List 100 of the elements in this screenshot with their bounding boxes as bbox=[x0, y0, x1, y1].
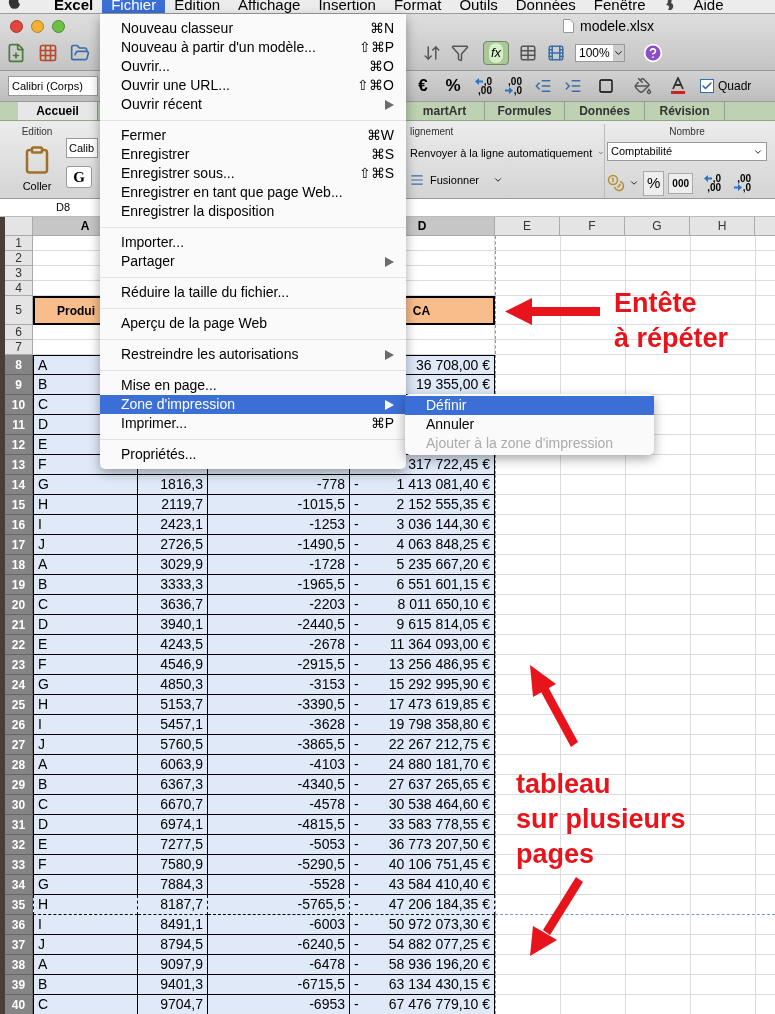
row-header[interactable]: 27 bbox=[5, 735, 33, 755]
row-header[interactable]: 12 bbox=[5, 435, 33, 455]
menu-item[interactable]: Outils bbox=[450, 0, 507, 13]
row-header[interactable]: 1 bbox=[5, 236, 33, 251]
menu-item[interactable]: Fermer ⌘W bbox=[100, 126, 406, 145]
paste-label[interactable]: Coller bbox=[22, 178, 52, 195]
row-header[interactable]: 20 bbox=[5, 595, 33, 615]
ribbon-tab[interactable]: Données bbox=[565, 102, 645, 120]
sort-icon[interactable] bbox=[423, 44, 441, 62]
row-header[interactable]: 6 bbox=[5, 325, 33, 340]
zoom-button[interactable] bbox=[52, 19, 65, 33]
grid-icon[interactable] bbox=[38, 43, 58, 63]
row-header[interactable]: 33 bbox=[5, 855, 33, 875]
column-header[interactable]: G bbox=[625, 217, 690, 235]
menu-item[interactable]: Enregistrer sous... ⇧⌘S bbox=[100, 164, 406, 183]
column-header[interactable]: H bbox=[690, 217, 755, 235]
close-button[interactable] bbox=[10, 19, 23, 33]
menu-item[interactable]: Annuler bbox=[405, 415, 654, 434]
row-header[interactable]: 36 bbox=[5, 915, 33, 935]
menu-item[interactable]: Fenêtre bbox=[584, 0, 655, 13]
row-header[interactable]: 35 bbox=[5, 895, 33, 915]
menu-item[interactable]: Ouvrir... ⌘O bbox=[100, 57, 406, 76]
bold-button[interactable]: G bbox=[66, 166, 92, 188]
row-header[interactable]: 38 bbox=[5, 955, 33, 975]
row-header[interactable]: 28 bbox=[5, 755, 33, 775]
menu-item[interactable]: Ouvrir récent bbox=[100, 95, 406, 114]
row-header[interactable]: 17 bbox=[5, 535, 33, 555]
row-header[interactable]: 25 bbox=[5, 695, 33, 715]
row-header[interactable]: 9 bbox=[5, 375, 33, 395]
row-header[interactable]: 37 bbox=[5, 935, 33, 955]
row-header[interactable]: 29 bbox=[5, 775, 33, 795]
format-button[interactable]: € bbox=[408, 73, 438, 99]
row-header[interactable]: 4 bbox=[5, 281, 33, 296]
help-icon[interactable] bbox=[643, 43, 663, 63]
column-header[interactable]: E bbox=[495, 217, 560, 235]
wrap-text-control[interactable]: Renvoyer à la ligne automatiquement bbox=[410, 145, 593, 162]
row-header[interactable]: 24 bbox=[5, 675, 33, 695]
row-header[interactable]: 21 bbox=[5, 615, 33, 635]
row-header[interactable]: 2 bbox=[5, 251, 33, 266]
row-header[interactable]: 22 bbox=[5, 635, 33, 655]
decimal-button[interactable]: ,00 ,0 bbox=[727, 174, 754, 193]
font-field[interactable]: Calibri (Corps) bbox=[8, 76, 98, 96]
menu-item[interactable]: Ouvrir une URL... ⇧⌘O bbox=[100, 76, 406, 95]
row-header[interactable]: 32 bbox=[5, 835, 33, 855]
menu-item[interactable]: Zone d'impression bbox=[100, 395, 406, 414]
row-header[interactable]: 19 bbox=[5, 575, 33, 595]
row-header[interactable]: 31 bbox=[5, 815, 33, 835]
font-field[interactable]: Calib bbox=[66, 138, 98, 158]
new-document-icon[interactable] bbox=[6, 43, 26, 63]
row-header[interactable]: 40 bbox=[5, 995, 33, 1014]
row-header[interactable]: 14 bbox=[5, 475, 33, 495]
thousands-button[interactable]: 000 bbox=[668, 172, 694, 194]
row-header[interactable]: 26 bbox=[5, 715, 33, 735]
menu-item[interactable]: Nouveau à partir d'un modèle... ⇧⌘P bbox=[100, 38, 406, 57]
decimal-button[interactable]: ,00 ,0 bbox=[498, 77, 524, 95]
fill-color-icon[interactable] bbox=[634, 77, 652, 95]
menu-item[interactable]: Nouveau classeur ⌘N bbox=[100, 19, 406, 38]
apple-logo-icon[interactable] bbox=[8, 0, 21, 10]
format-button[interactable]: % bbox=[438, 73, 468, 99]
row-header[interactable]: 15 bbox=[5, 495, 33, 515]
media-icon[interactable] bbox=[547, 44, 565, 62]
dropdown-icon[interactable] bbox=[613, 45, 624, 61]
merge-icon[interactable] bbox=[410, 172, 424, 187]
indent-increase-icon[interactable] bbox=[564, 77, 582, 95]
percent-button[interactable]: % bbox=[643, 171, 665, 196]
menu-item[interactable]: Importer... bbox=[100, 233, 406, 252]
row-header[interactable]: 23 bbox=[5, 655, 33, 675]
border-icon[interactable] bbox=[598, 78, 614, 94]
indent-decrease-icon[interactable] bbox=[534, 77, 552, 95]
decimal-button[interactable]: ,0 ,00 bbox=[697, 174, 724, 193]
menu-item[interactable]: Enregistrer ⌘S bbox=[100, 145, 406, 164]
column-header[interactable]: F bbox=[560, 217, 625, 235]
menu-item[interactable]: Affichage bbox=[229, 0, 310, 13]
menu-item[interactable]: Format bbox=[384, 0, 451, 13]
menu-item[interactable]: Edition bbox=[165, 0, 230, 13]
menu-item[interactable]: Fichier bbox=[102, 0, 166, 13]
menu-item[interactable]: Aide bbox=[684, 0, 733, 13]
row-header[interactable]: 7 bbox=[5, 340, 33, 355]
decimal-button[interactable]: ,0 ,00 bbox=[468, 77, 494, 95]
filter-icon[interactable] bbox=[451, 44, 469, 62]
row-header[interactable]: 30 bbox=[5, 795, 33, 815]
row-header[interactable]: 10 bbox=[5, 395, 33, 415]
row-header[interactable]: 16 bbox=[5, 515, 33, 535]
row-header[interactable]: 8 bbox=[5, 355, 33, 375]
ribbon-tab[interactable]: Révision bbox=[645, 102, 725, 120]
menu-item[interactable]: Insertion bbox=[309, 0, 385, 13]
row-header[interactable]: 5 bbox=[5, 296, 33, 325]
menu-item[interactable]: Partager bbox=[100, 252, 406, 271]
menu-item[interactable]: Définir bbox=[405, 396, 654, 415]
folder-icon[interactable] bbox=[70, 43, 90, 63]
ribbon-tab[interactable]: Accueil bbox=[18, 102, 98, 120]
number-format-select[interactable]: Comptabilité bbox=[607, 142, 767, 161]
checkbox[interactable] bbox=[700, 79, 714, 93]
row-header[interactable]: 11 bbox=[5, 415, 33, 435]
menu-item[interactable]: Enregistrer en tant que page Web... bbox=[100, 183, 406, 202]
row-header[interactable]: 39 bbox=[5, 975, 33, 995]
row-header[interactable]: 34 bbox=[5, 875, 33, 895]
ribbon-tab[interactable]: Formules bbox=[485, 102, 565, 120]
merge-control[interactable]: Fusionner bbox=[430, 171, 479, 188]
table-icon[interactable] bbox=[519, 44, 537, 62]
